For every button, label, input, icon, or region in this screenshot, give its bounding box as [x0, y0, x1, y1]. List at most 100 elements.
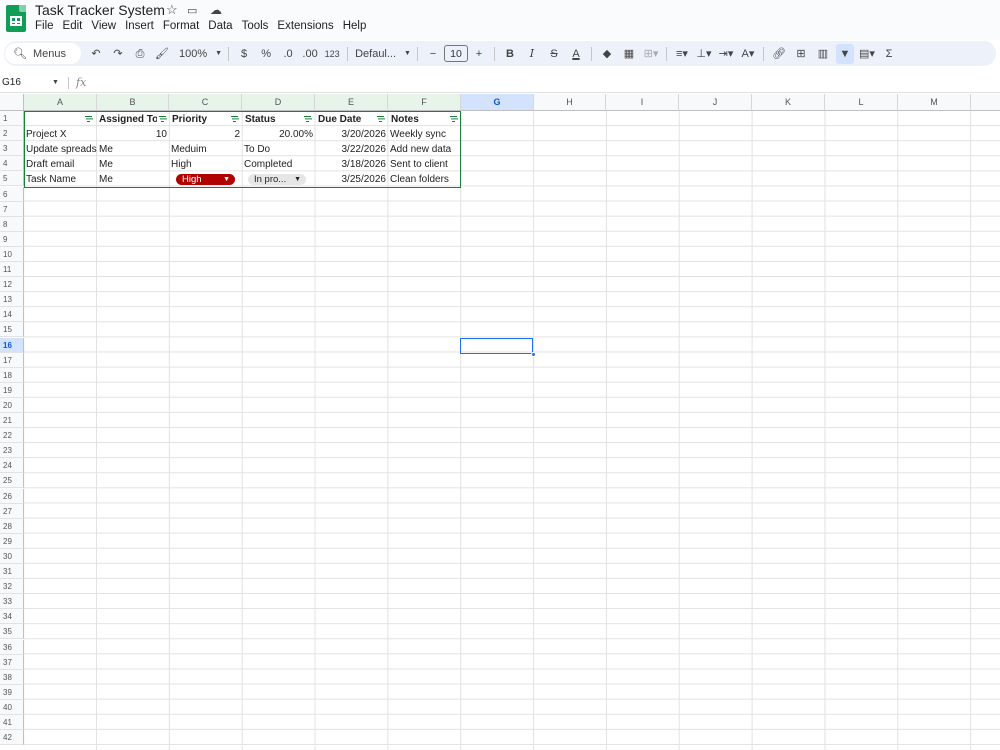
- filter-icon[interactable]: ▼: [835, 43, 854, 64]
- menu-view[interactable]: View: [91, 19, 116, 33]
- active-cell-selection[interactable]: [460, 338, 533, 354]
- table-cell[interactable]: Me: [97, 172, 169, 187]
- merge-cells-icon[interactable]: ⊞▾: [642, 44, 660, 64]
- filter-icon[interactable]: [158, 115, 167, 124]
- row-header-15[interactable]: 15: [0, 322, 24, 338]
- horizontal-align-icon[interactable]: ≡▾: [673, 44, 691, 64]
- column-header-b[interactable]: B: [97, 94, 169, 111]
- menu-format[interactable]: Format: [163, 19, 199, 33]
- row-header-22[interactable]: 22: [0, 428, 24, 444]
- vertical-align-icon[interactable]: ⊥▾: [695, 44, 713, 64]
- row-header-26[interactable]: 26: [0, 488, 24, 504]
- menu-search[interactable]: 🔍︎ Menus: [5, 43, 81, 64]
- row-header-25[interactable]: 25: [0, 473, 24, 489]
- sheet-grid[interactable]: A B C D E F G H I J K L M 1 2 3 4 5 6 7 8 9 10 11 1…: [0, 94, 1000, 750]
- filter-icon[interactable]: [449, 115, 458, 124]
- row-header-5[interactable]: 5: [0, 171, 24, 187]
- menu-data[interactable]: Data: [208, 19, 232, 33]
- row-header-16[interactable]: 16: [0, 337, 24, 353]
- table-cell[interactable]: Weekly sync: [388, 127, 461, 142]
- increase-decimal-button[interactable]: .00: [301, 44, 319, 64]
- number-format-button[interactable]: 123: [323, 44, 341, 64]
- table-cell[interactable]: 10: [97, 127, 169, 142]
- menu-extensions[interactable]: Extensions: [277, 19, 333, 33]
- table-cell[interactable]: Me: [97, 142, 169, 157]
- table-cell[interactable]: Project X: [24, 127, 97, 142]
- font-size-input[interactable]: 10: [443, 45, 468, 62]
- sheets-logo-icon[interactable]: [6, 5, 26, 32]
- insert-link-icon[interactable]: 🔗︎: [770, 44, 788, 64]
- insert-chart-icon[interactable]: ▥: [814, 44, 832, 64]
- table-cell[interactable]: Sent to client: [388, 157, 461, 172]
- column-header-l[interactable]: L: [825, 94, 898, 111]
- row-header-14[interactable]: 14: [0, 307, 24, 323]
- table-cell[interactable]: 2: [169, 127, 242, 142]
- row-header-12[interactable]: 12: [0, 277, 24, 293]
- table-cell[interactable]: High: [169, 157, 242, 172]
- column-header-f[interactable]: F: [388, 94, 461, 111]
- row-header-28[interactable]: 28: [0, 518, 24, 534]
- paint-format-icon[interactable]: 🖌︎: [153, 44, 171, 64]
- row-header-38[interactable]: 38: [0, 669, 24, 685]
- table-cell[interactable]: Draft email: [24, 157, 97, 172]
- menu-tools[interactable]: Tools: [242, 19, 269, 33]
- row-header-18[interactable]: 18: [0, 367, 24, 383]
- zoom-select[interactable]: 100% ▼: [179, 44, 222, 64]
- row-header-2[interactable]: 2: [0, 126, 24, 142]
- status-dropdown-chip[interactable]: In pro... ▼: [248, 174, 306, 185]
- row-header-33[interactable]: 33: [0, 594, 24, 610]
- increase-font-size-button[interactable]: +: [470, 44, 488, 64]
- decrease-decimal-button[interactable]: .0: [279, 44, 297, 64]
- menu-help[interactable]: Help: [343, 19, 367, 33]
- star-icon[interactable]: ☆: [166, 2, 178, 18]
- header-cell[interactable]: Status: [243, 112, 303, 127]
- row-header-9[interactable]: 9: [0, 231, 24, 247]
- row-header-11[interactable]: 11: [0, 262, 24, 278]
- currency-format-button[interactable]: $: [235, 44, 253, 64]
- row-header-40[interactable]: 40: [0, 699, 24, 715]
- menu-edit[interactable]: Edit: [63, 19, 83, 33]
- table-cell[interactable]: Add new data: [388, 142, 461, 157]
- row-header-4[interactable]: 4: [0, 156, 24, 172]
- undo-icon[interactable]: ↶: [87, 44, 105, 64]
- row-header-1[interactable]: 1: [0, 111, 24, 127]
- row-header-21[interactable]: 21: [0, 413, 24, 429]
- table-cell[interactable]: Me: [97, 157, 169, 172]
- strikethrough-icon[interactable]: S: [545, 44, 563, 64]
- row-header-10[interactable]: 10: [0, 246, 24, 262]
- select-all-corner[interactable]: [0, 94, 24, 111]
- fill-handle[interactable]: [531, 351, 536, 357]
- table-cell[interactable]: To Do: [242, 142, 315, 157]
- table-cell[interactable]: Meduim: [169, 142, 242, 157]
- column-header-h[interactable]: H: [534, 94, 606, 111]
- header-cell[interactable]: Notes: [389, 112, 449, 127]
- column-header-k[interactable]: K: [752, 94, 825, 111]
- text-color-button[interactable]: A: [567, 44, 585, 64]
- filter-icon[interactable]: [376, 115, 385, 124]
- row-header-39[interactable]: 39: [0, 684, 24, 700]
- priority-dropdown-chip[interactable]: High ▼: [176, 174, 235, 185]
- functions-icon[interactable]: Σ: [880, 44, 898, 64]
- row-header-36[interactable]: 36: [0, 639, 24, 655]
- italic-button[interactable]: I: [523, 44, 541, 64]
- row-header-20[interactable]: 20: [0, 397, 24, 413]
- insert-comment-icon[interactable]: ⊞: [792, 44, 810, 64]
- column-header-j[interactable]: J: [679, 94, 752, 111]
- row-header-42[interactable]: 42: [0, 730, 24, 746]
- column-header-i[interactable]: I: [606, 94, 679, 111]
- move-folder-icon[interactable]: ▭: [187, 3, 197, 19]
- filter-icon[interactable]: [84, 115, 93, 124]
- row-header-27[interactable]: 27: [0, 503, 24, 519]
- table-cell[interactable]: 20.00%: [242, 127, 315, 142]
- row-header-7[interactable]: 7: [0, 201, 24, 217]
- font-select[interactable]: Defaul... ▼: [355, 44, 411, 64]
- row-header-23[interactable]: 23: [0, 443, 24, 459]
- row-header-13[interactable]: 13: [0, 292, 24, 308]
- cloud-status-icon[interactable]: ☁: [210, 2, 222, 18]
- table-cell[interactable]: Clean folders: [388, 172, 461, 187]
- column-header-m[interactable]: M: [898, 94, 971, 111]
- row-header-35[interactable]: 35: [0, 624, 24, 640]
- column-header-d[interactable]: D: [242, 94, 315, 111]
- row-header-31[interactable]: 31: [0, 564, 24, 580]
- table-cell[interactable]: 3/22/2026: [315, 142, 388, 157]
